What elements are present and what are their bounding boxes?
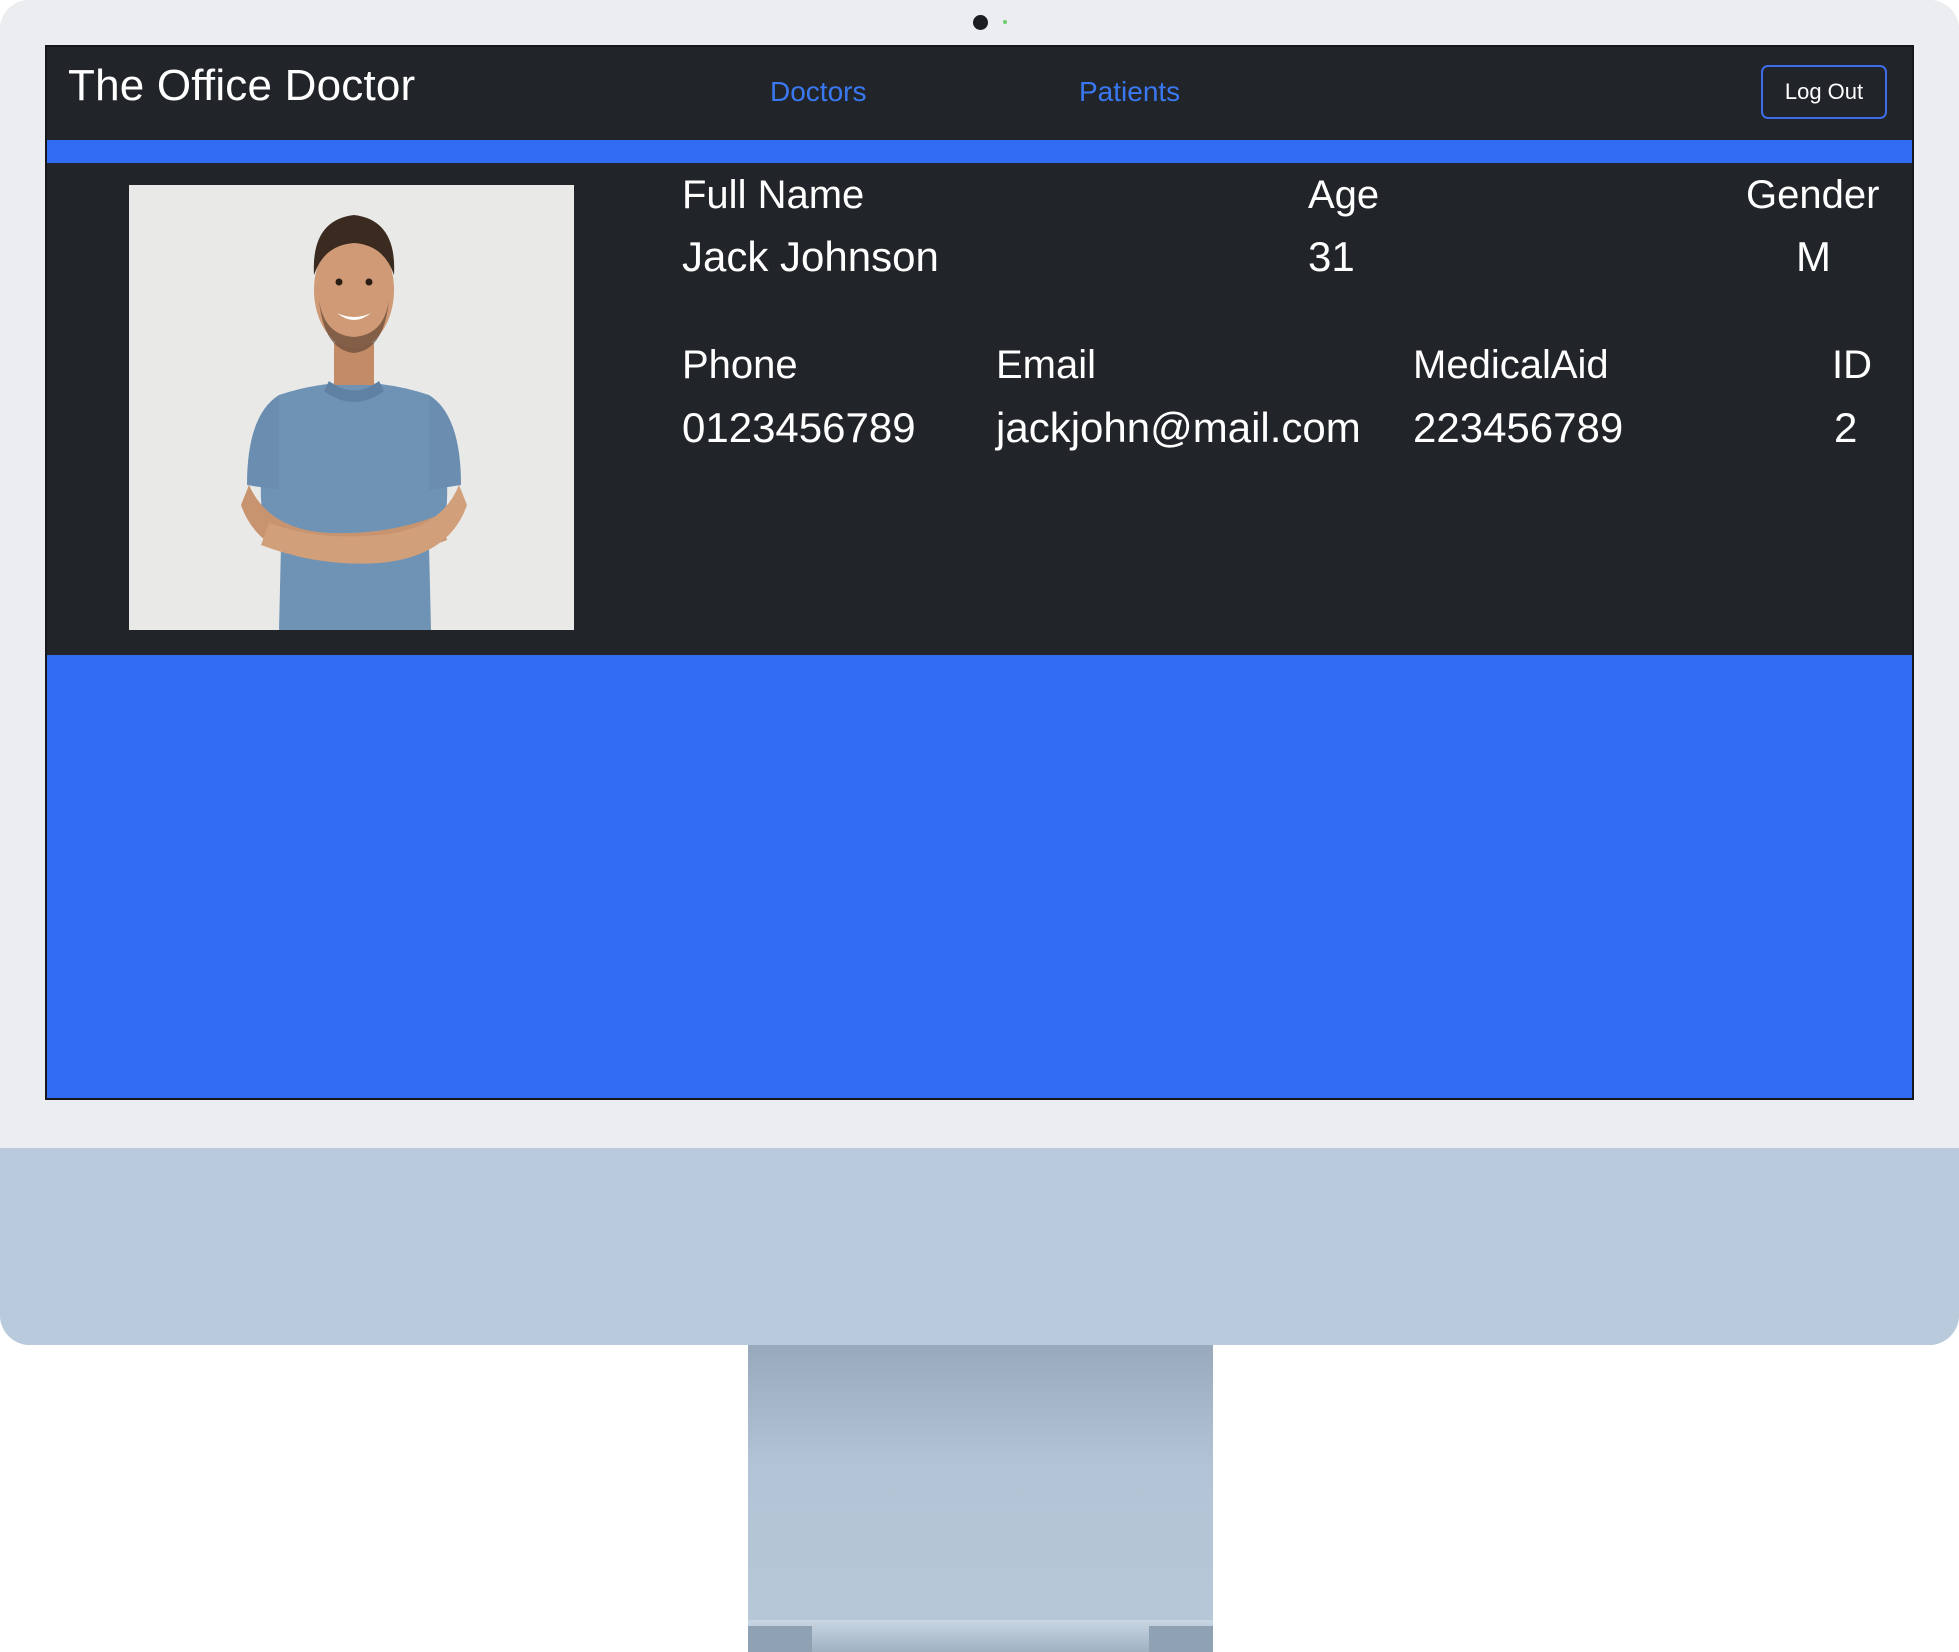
- camera-led-icon: [1003, 20, 1007, 24]
- patient-profile-card: Full Name Jack Johnson Age 31 Gender M P…: [47, 163, 1912, 655]
- email-label: Email: [996, 343, 1097, 387]
- patient-photo: [129, 185, 574, 630]
- phone-value: 0123456789: [682, 404, 916, 451]
- monitor-frame: The Office Doctor Doctors Patients Log O…: [0, 0, 1959, 1345]
- age-value: 31: [1308, 233, 1355, 280]
- app-screen: The Office Doctor Doctors Patients Log O…: [45, 45, 1914, 1100]
- brand-title: The Office Doctor: [68, 61, 416, 110]
- monitor-chin: [0, 1148, 1959, 1345]
- email-value: jackjohn@mail.com: [996, 404, 1361, 451]
- gender-label: Gender: [1746, 173, 1880, 217]
- accent-divider: [47, 140, 1912, 162]
- medical-aid-value: 223456789: [1413, 404, 1624, 451]
- id-value: 2: [1834, 404, 1858, 451]
- id-label: ID: [1832, 343, 1872, 387]
- logout-button[interactable]: Log Out: [1761, 65, 1887, 119]
- age-label: Age: [1308, 173, 1380, 217]
- medical-aid-label: MedicalAid: [1413, 343, 1609, 387]
- phone-label: Phone: [682, 343, 798, 387]
- camera-icon: [973, 15, 988, 30]
- full-name-label: Full Name: [682, 173, 865, 217]
- nav-link-patients[interactable]: Patients: [1079, 76, 1180, 108]
- person-portrait-icon: [129, 185, 574, 630]
- full-name-value: Jack Johnson: [682, 233, 939, 280]
- monitor-stand-foot: [748, 1620, 1213, 1652]
- monitor-stand: [748, 1345, 1213, 1652]
- navbar: The Office Doctor Doctors Patients Log O…: [47, 47, 1912, 140]
- nav-link-doctors[interactable]: Doctors: [770, 76, 866, 108]
- gender-value: M: [1796, 233, 1831, 280]
